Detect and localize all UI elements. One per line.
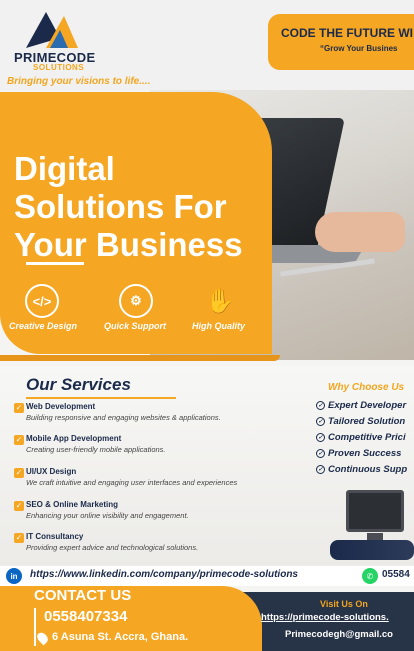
code-icon: </>	[25, 284, 59, 318]
service-name: IT Consultancy	[26, 532, 84, 541]
slogan-subtitle: “Grow Your Busines	[320, 44, 398, 53]
services-title: Our Services	[26, 375, 131, 394]
whatsapp-icon[interactable]: ✆	[362, 568, 378, 584]
service-desc: Providing expert advice and technologica…	[26, 543, 199, 552]
hero-divider	[26, 262, 84, 265]
support-icon: ⚙	[119, 284, 153, 318]
check-icon: ✓	[14, 501, 24, 511]
check-icon: ✓	[14, 533, 24, 543]
check-icon: ✓	[14, 468, 24, 478]
feature-label-quality: High Quality	[192, 321, 246, 331]
contact-address: 6 Asuna St. Accra, Ghana.	[52, 631, 189, 643]
website-link[interactable]: https://primecode-solutions.	[261, 612, 389, 623]
why-item: ✓ Expert Developer	[316, 400, 406, 411]
slogan-title: CODE THE FUTURE WI	[281, 26, 413, 40]
whatsapp-number: 05584	[382, 569, 410, 580]
service-name: Web Development	[26, 402, 96, 411]
linkedin-icon[interactable]: in	[6, 568, 22, 584]
service-desc: We craft intuitive and engaging user int…	[26, 478, 238, 487]
feature-label-support: Quick Support	[104, 321, 167, 331]
hand-icon: ✋	[205, 287, 235, 315]
slogan-banner	[268, 14, 414, 70]
why-item-label: Competitive Prici	[328, 432, 406, 443]
typing-hands-image	[330, 540, 414, 560]
why-item: ✓ Competitive Prici	[316, 432, 406, 443]
service-desc: Building responsive and engaging website…	[26, 413, 221, 422]
flyer-page: PRIMECODE SOLUTIONS Bringing your vision…	[0, 0, 414, 651]
check-icon: ✓	[14, 403, 24, 413]
service-name: Mobile App Development	[26, 434, 122, 443]
brand-subtitle: SOLUTIONS	[33, 63, 85, 72]
contact-title: CONTACT US	[34, 587, 132, 604]
service-desc: Enhancing your online visibility and eng…	[26, 511, 189, 520]
why-item: ✓ Proven Success	[316, 448, 401, 459]
why-title: Why Choose Us	[328, 382, 405, 393]
why-item: ✓ Continuous Supp	[316, 464, 407, 475]
check-icon: ✓	[14, 435, 24, 445]
services-divider	[26, 397, 176, 399]
hand-image	[315, 212, 405, 252]
check-circle-icon: ✓	[316, 417, 325, 426]
logo-icon	[26, 12, 78, 48]
monitor-image	[346, 490, 404, 532]
hero-title: Digital Solutions For Your Business	[14, 150, 243, 263]
why-item: ✓ Tailored Solution	[316, 416, 405, 427]
why-item-label: Tailored Solution	[328, 416, 406, 427]
feature-label-design: Creative Design	[9, 321, 78, 331]
visit-title: Visit Us On	[320, 599, 368, 609]
linkedin-link[interactable]: https://www.linkedin.com/company/primeco…	[30, 569, 298, 580]
contact-phone: 0558407334	[44, 608, 128, 625]
check-circle-icon: ✓	[316, 401, 325, 410]
tagline: Bringing your visions to life....	[7, 76, 151, 87]
why-item-label: Continuous Supp	[328, 464, 408, 475]
service-name: SEO & Online Marketing	[26, 500, 119, 509]
why-item-label: Expert Developer	[328, 400, 407, 411]
service-name: UI/UX Design	[26, 467, 77, 476]
contact-divider	[34, 608, 36, 646]
hero-edge	[0, 355, 280, 361]
email-address[interactable]: Primecodegh@gmail.co	[285, 629, 393, 640]
service-desc: Creating user-friendly mobile applicatio…	[26, 445, 166, 454]
check-circle-icon: ✓	[316, 465, 325, 474]
why-item-label: Proven Success	[328, 448, 402, 459]
check-circle-icon: ✓	[316, 449, 325, 458]
check-circle-icon: ✓	[316, 433, 325, 442]
